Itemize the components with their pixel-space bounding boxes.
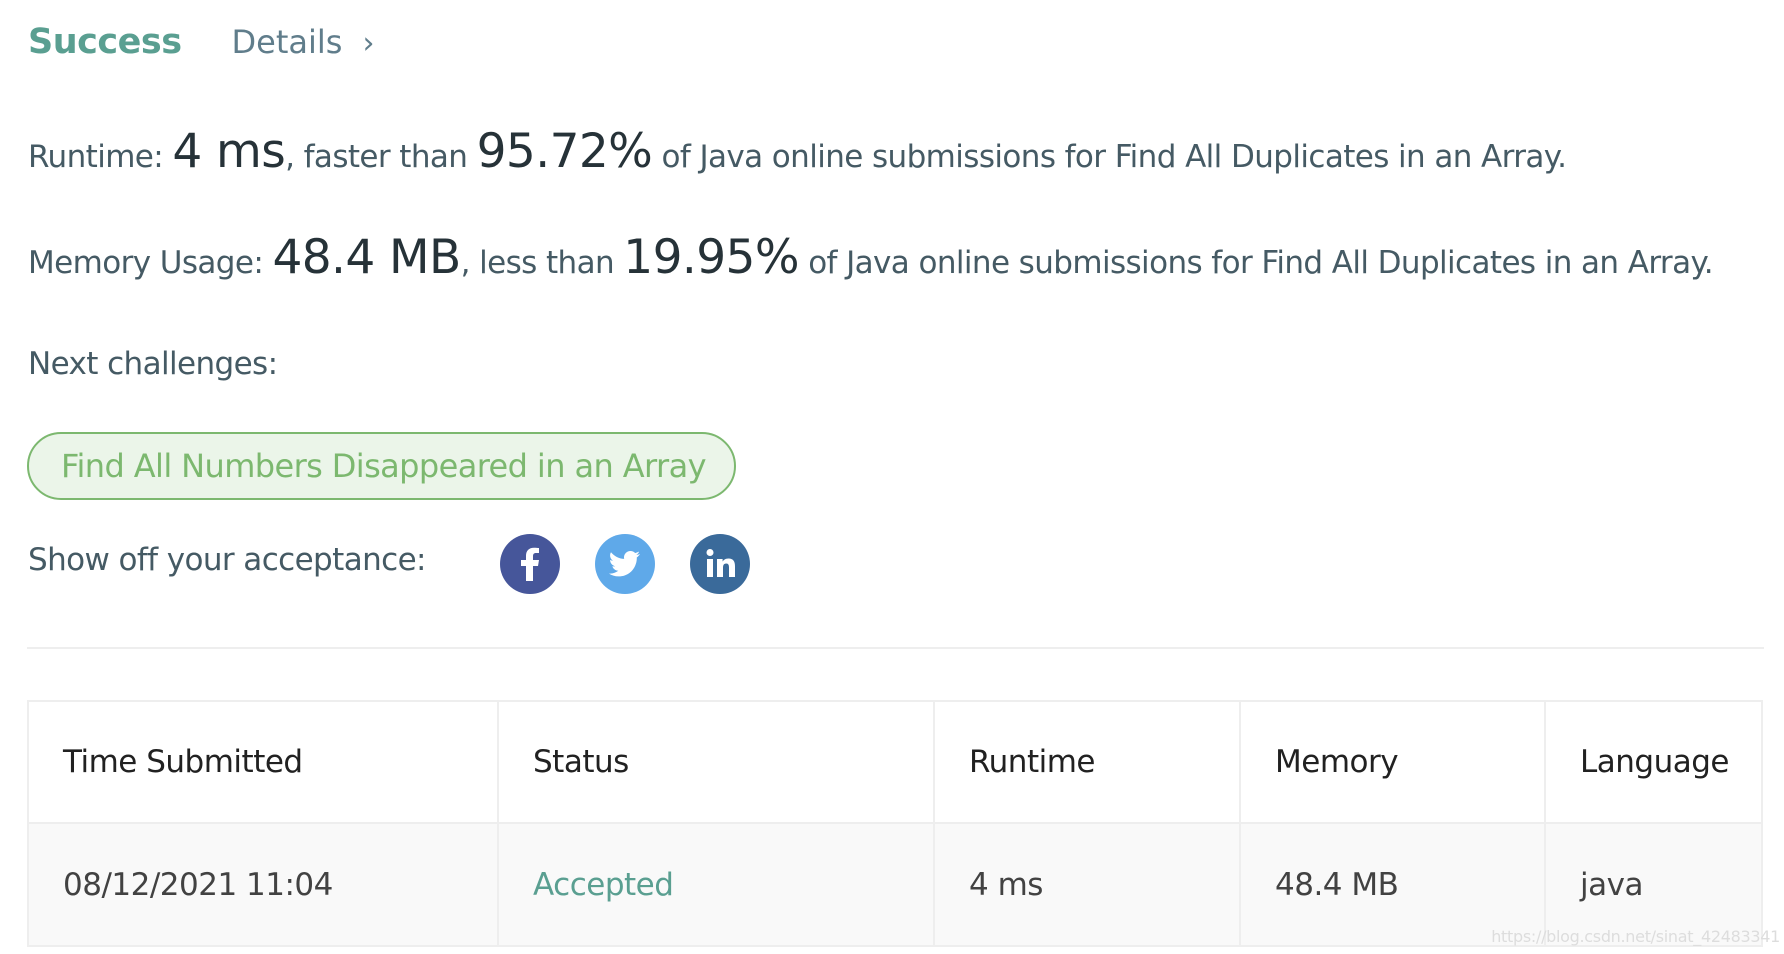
cell-time-submitted: 08/12/2021 11:04 xyxy=(27,822,499,947)
column-header-time-submitted: Time Submitted xyxy=(27,700,499,824)
details-link[interactable]: Details › xyxy=(232,23,375,61)
watermark: https://blog.csdn.net/sinat_42483341 xyxy=(1491,927,1780,946)
next-challenge-label: Find All Numbers Disappeared in an Array xyxy=(61,447,707,485)
runtime-percent: 95.72% xyxy=(476,124,653,179)
next-challenges-label: Next challenges: xyxy=(28,346,278,382)
facebook-glyph xyxy=(521,547,539,581)
chevron-right-icon: › xyxy=(362,26,375,61)
twitter-glyph xyxy=(608,551,640,577)
runtime-comparison: , faster than xyxy=(285,139,468,175)
runtime-label: Runtime: xyxy=(28,139,164,175)
memory-suffix: of Java online submissions for Find All … xyxy=(808,245,1714,281)
runtime-suffix: of Java online submissions for Find All … xyxy=(661,139,1567,175)
twitter-icon[interactable] xyxy=(595,534,655,594)
share-label: Show off your acceptance: xyxy=(28,542,427,578)
memory-label: Memory Usage: xyxy=(28,245,264,281)
details-label: Details xyxy=(231,23,343,61)
column-header-memory: Memory xyxy=(1239,700,1546,824)
memory-summary: Memory Usage: 48.4 MB, less than 19.95% … xyxy=(28,230,1714,285)
column-header-language: Language xyxy=(1544,700,1763,824)
submissions-table: Time Submitted Status Runtime Memory Lan… xyxy=(27,700,1763,947)
memory-value: 48.4 MB xyxy=(272,230,461,285)
section-divider xyxy=(27,647,1764,649)
table-header-row: Time Submitted Status Runtime Memory Lan… xyxy=(27,700,1763,824)
memory-comparison: , less than xyxy=(460,245,615,281)
result-header: Success Details › xyxy=(28,22,374,78)
cell-status-accepted-link[interactable]: Accepted xyxy=(497,822,935,947)
column-header-status: Status xyxy=(497,700,935,824)
cell-runtime: 4 ms xyxy=(933,822,1241,947)
runtime-value: 4 ms xyxy=(172,124,286,179)
runtime-summary: Runtime: 4 ms, faster than 95.72% of Jav… xyxy=(28,124,1567,179)
column-header-runtime: Runtime xyxy=(933,700,1241,824)
next-challenge-button[interactable]: Find All Numbers Disappeared in an Array xyxy=(27,432,736,500)
facebook-icon[interactable] xyxy=(500,534,560,594)
linkedin-glyph xyxy=(706,549,735,577)
status-title: Success xyxy=(28,22,182,62)
memory-percent: 19.95% xyxy=(623,230,799,285)
linkedin-icon[interactable] xyxy=(690,534,750,594)
